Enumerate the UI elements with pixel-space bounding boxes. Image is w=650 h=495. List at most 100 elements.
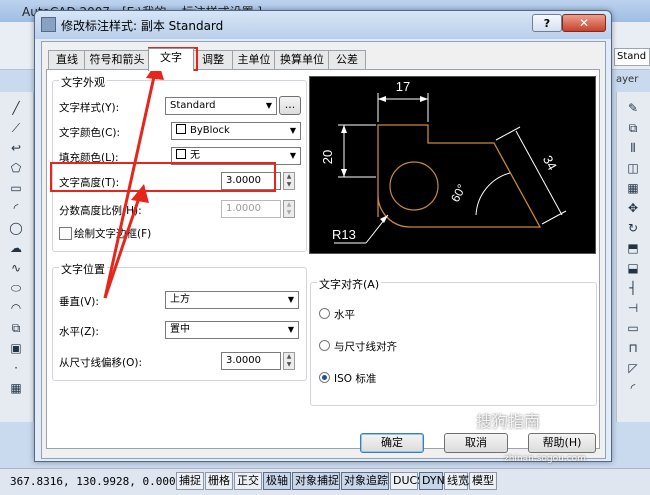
dimension-style-dialog: 修改标注样式: 副本 Standard ? ✕ 直线 符号和箭头 文字 调整 主… bbox=[34, 10, 612, 462]
offset-icon[interactable]: ◫ bbox=[625, 160, 641, 176]
color-swatch-icon bbox=[176, 149, 186, 159]
dim-ext-line bbox=[541, 210, 567, 225]
grid-toggle[interactable]: 栅格 bbox=[205, 472, 233, 490]
lineweight-toggle[interactable]: 线宽 bbox=[444, 472, 469, 490]
scale-icon[interactable]: ⬒ bbox=[625, 240, 641, 256]
extend-icon[interactable]: ⊣ bbox=[625, 300, 641, 316]
dyn-toggle[interactable]: DYN bbox=[419, 472, 445, 490]
chevron-down-icon: ▼ bbox=[287, 325, 295, 334]
horizontal-select[interactable]: 置中 ▼ bbox=[165, 321, 299, 339]
rotate-icon[interactable]: ↻ bbox=[625, 220, 641, 236]
text-style-select[interactable]: Standard ▼ bbox=[165, 97, 277, 115]
close-button[interactable]: ✕ bbox=[562, 14, 606, 32]
line-tool-icon[interactable]: ╱ bbox=[8, 100, 24, 116]
break-icon[interactable]: ▭ bbox=[625, 320, 641, 336]
dialog-app-icon bbox=[41, 17, 56, 32]
rectangle-icon[interactable]: ▭ bbox=[8, 180, 24, 196]
vertical-label: 垂直(V): bbox=[59, 296, 99, 308]
watermark-url: zhinan.sogou.com bbox=[504, 454, 586, 464]
fillet-icon[interactable]: ◜ bbox=[625, 380, 641, 396]
dim-17-text: 17 bbox=[396, 79, 410, 94]
part-outline bbox=[377, 124, 542, 228]
otrack-toggle[interactable]: 对象追踪 bbox=[341, 472, 389, 490]
dim-arrow bbox=[341, 169, 347, 177]
chevron-down-icon: ▼ bbox=[289, 126, 297, 135]
dialog-titlebar[interactable]: 修改标注样式: 副本 Standard ? ✕ bbox=[35, 11, 611, 39]
insert-block-icon[interactable]: ⧉ bbox=[8, 320, 24, 336]
annotation-highlight-height bbox=[50, 162, 276, 192]
hole-circle bbox=[389, 161, 439, 211]
draw-frame-checkbox[interactable] bbox=[59, 227, 72, 240]
vertical-select[interactable]: 上方 ▼ bbox=[165, 291, 299, 309]
copy-icon[interactable]: ⧉ bbox=[625, 120, 641, 136]
tab-panel-text: 文字外观 文字样式(Y): Standard ▼ ... 文字颜色(C): ByB… bbox=[46, 69, 600, 449]
move-icon[interactable]: ✥ bbox=[625, 200, 641, 216]
dim-ext-line bbox=[495, 126, 521, 141]
text-color-label: 文字颜色(C): bbox=[59, 127, 121, 139]
watermark: 搜狗指南 bbox=[476, 412, 541, 431]
dimension-preview: 17 20 34 60° R13 bbox=[320, 79, 567, 244]
tab-lines[interactable]: 直线 bbox=[48, 50, 86, 70]
text-height-spinner[interactable]: ▲ ▼ bbox=[283, 172, 295, 190]
preview-canvas: 17 20 34 60° R13 bbox=[309, 76, 596, 254]
help-bottom-button[interactable]: 帮助(H) bbox=[528, 433, 596, 453]
ellipse-icon[interactable]: ⬭ bbox=[8, 280, 24, 296]
mirror-icon[interactable]: ⫴ bbox=[625, 140, 641, 156]
dimstyle-combo[interactable]: Stand bbox=[614, 48, 650, 66]
fraction-scale-spinner: ▲ ▼ bbox=[283, 200, 295, 218]
array-icon[interactable]: ▦ bbox=[625, 180, 641, 196]
dim-60-text: 60° bbox=[448, 182, 469, 205]
offset-spinner[interactable]: ▲ ▼ bbox=[283, 352, 295, 370]
tab-alternate-units[interactable]: 换算单位 bbox=[274, 50, 330, 70]
cancel-button[interactable]: 取消 bbox=[444, 433, 508, 453]
model-toggle[interactable]: 模型 bbox=[469, 472, 497, 490]
chamfer-icon[interactable]: ◸ bbox=[625, 360, 641, 376]
polyline-icon[interactable]: ↩ bbox=[8, 140, 24, 156]
spline-icon[interactable]: ∿ bbox=[8, 260, 24, 276]
text-placement-title: 文字位置 bbox=[59, 261, 107, 277]
hatch-icon[interactable]: ▦ bbox=[8, 380, 24, 396]
revcloud-icon[interactable]: ☁ bbox=[8, 240, 24, 256]
ortho-toggle[interactable]: 正交 bbox=[234, 472, 262, 490]
trim-icon[interactable]: ┤ bbox=[625, 280, 641, 296]
text-style-browse-button[interactable]: ... bbox=[279, 96, 301, 115]
polar-toggle[interactable]: 极轴 bbox=[263, 472, 291, 490]
dim-arrow bbox=[341, 125, 347, 133]
text-alignment-title: 文字对齐(A) bbox=[317, 276, 382, 292]
tab-fit[interactable]: 调整 bbox=[192, 50, 234, 70]
text-color-select[interactable]: ByBlock ▼ bbox=[171, 122, 301, 140]
erase-icon[interactable]: ✎ bbox=[625, 100, 641, 116]
polygon-icon[interactable]: ⬠ bbox=[8, 160, 24, 176]
align-horizontal-label: 水平 bbox=[334, 309, 355, 321]
chevron-down-icon: ▼ bbox=[287, 295, 295, 304]
draw-frame-label: 绘制文字边框(F) bbox=[74, 228, 152, 240]
layer-label: ayer bbox=[616, 74, 639, 85]
tab-symbols-arrows[interactable]: 符号和箭头 bbox=[84, 50, 150, 70]
dim-arrow bbox=[420, 96, 428, 102]
fraction-scale-label: 分数高度比例(H): bbox=[59, 205, 142, 217]
align-horizontal-radio[interactable] bbox=[319, 308, 330, 319]
ducs-toggle[interactable]: DUCS bbox=[390, 472, 424, 490]
help-button[interactable]: ? bbox=[532, 14, 562, 32]
dim-20-text: 20 bbox=[320, 150, 335, 164]
ellipse-arc-icon[interactable]: ◠ bbox=[8, 300, 24, 316]
offset-input[interactable]: 3.0000 bbox=[221, 352, 281, 370]
construction-line-icon[interactable]: ⟋ bbox=[8, 120, 24, 136]
osnap-toggle[interactable]: 对象捕捉 bbox=[292, 472, 340, 490]
align-with-dimline-radio[interactable] bbox=[319, 340, 330, 351]
dialog-client: 直线 符号和箭头 文字 调整 主单位 换算单位 公差 文字外观 文字样式(Y):… bbox=[41, 41, 606, 459]
align-iso-label: ISO 标准 bbox=[334, 373, 377, 385]
ok-button[interactable]: 确定 bbox=[360, 433, 424, 453]
arc-icon[interactable]: ◜ bbox=[8, 200, 24, 216]
join-icon[interactable]: ⊓ bbox=[625, 340, 641, 356]
point-icon[interactable]: · bbox=[8, 360, 24, 376]
tab-primary-units[interactable]: 主单位 bbox=[232, 50, 276, 70]
circle-icon[interactable]: ◯ bbox=[8, 220, 24, 236]
tab-tolerances[interactable]: 公差 bbox=[328, 50, 366, 70]
stretch-icon[interactable]: ⬓ bbox=[625, 260, 641, 276]
horizontal-label: 水平(Z): bbox=[59, 326, 99, 338]
snap-toggle[interactable]: 捕捉 bbox=[176, 472, 204, 490]
tab-text[interactable]: 文字 bbox=[148, 48, 194, 71]
align-iso-radio[interactable] bbox=[319, 372, 330, 383]
make-block-icon[interactable]: ▣ bbox=[8, 340, 24, 356]
